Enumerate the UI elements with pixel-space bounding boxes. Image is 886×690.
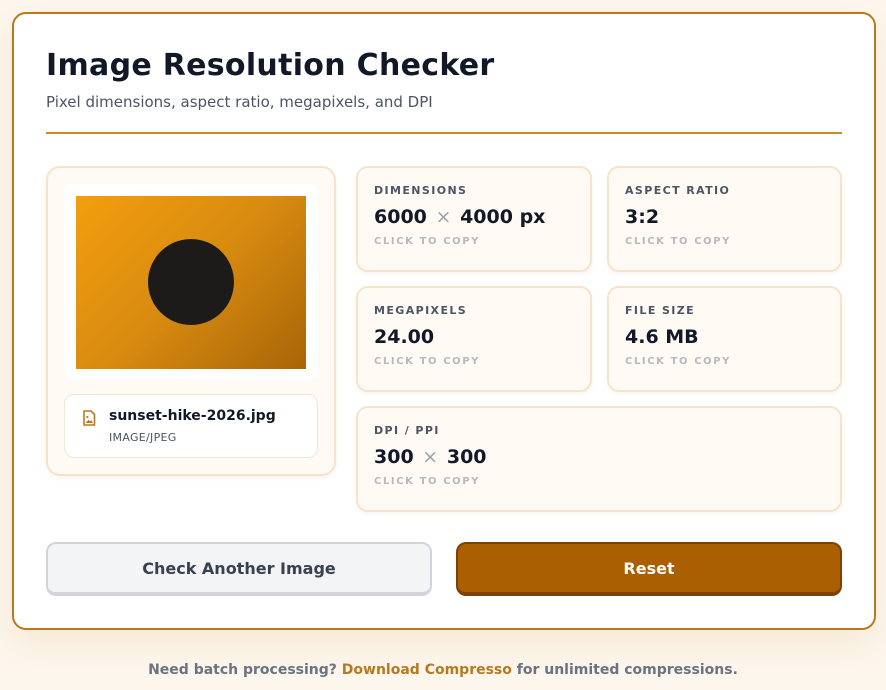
dpi-y: 300 bbox=[446, 446, 487, 468]
megapixels-label: MEGAPIXELS bbox=[374, 304, 468, 317]
dpi-label: DPI / PPI bbox=[374, 424, 440, 437]
copy-hint: CLICK TO COPY bbox=[374, 356, 481, 367]
file-info: sunset-hike-2026.jpg IMAGE/JPEG bbox=[64, 394, 318, 458]
page-subtitle: Pixel dimensions, aspect ratio, megapixe… bbox=[46, 93, 433, 111]
copy-hint: CLICK TO COPY bbox=[374, 236, 481, 247]
check-another-image-button[interactable]: Check Another Image bbox=[46, 542, 432, 596]
dimensions-width: 6000 bbox=[374, 206, 427, 228]
image-thumbnail bbox=[76, 196, 306, 369]
aspect-ratio-value: 3:2 bbox=[625, 206, 660, 228]
file-mime-type: IMAGE/JPEG bbox=[109, 431, 177, 444]
dpi-card[interactable]: DPI / PPI 300 × 300 CLICK TO COPY bbox=[356, 406, 842, 512]
download-compresso-link[interactable]: Download Compresso bbox=[342, 662, 512, 678]
megapixels-card[interactable]: MEGAPIXELS 24.00 CLICK TO COPY bbox=[356, 286, 592, 392]
dimensions-card[interactable]: DIMENSIONS 6000 × 4000 px CLICK TO COPY bbox=[356, 166, 592, 272]
footer-suffix: for unlimited compressions. bbox=[516, 662, 738, 678]
dimensions-label: DIMENSIONS bbox=[374, 184, 468, 197]
page-title: Image Resolution Checker bbox=[46, 48, 495, 83]
copy-hint: CLICK TO COPY bbox=[625, 356, 732, 367]
header-divider bbox=[46, 132, 842, 134]
times-separator: × bbox=[422, 446, 439, 468]
dimensions-value: 6000 × 4000 px bbox=[374, 206, 545, 228]
aspect-ratio-label: ASPECT RATIO bbox=[625, 184, 731, 197]
footer-promo: Need batch processing? Download Compress… bbox=[0, 662, 886, 678]
file-size-card[interactable]: FILE SIZE 4.6 MB CLICK TO COPY bbox=[607, 286, 842, 392]
aspect-ratio-card[interactable]: ASPECT RATIO 3:2 CLICK TO COPY bbox=[607, 166, 842, 272]
copy-hint: CLICK TO COPY bbox=[374, 476, 481, 487]
footer-prefix: Need batch processing? bbox=[148, 662, 337, 678]
dpi-x: 300 bbox=[374, 446, 414, 468]
dimensions-height: 4000 bbox=[460, 206, 513, 228]
megapixels-value: 24.00 bbox=[374, 326, 435, 348]
checker-card: Image Resolution Checker Pixel dimension… bbox=[12, 12, 876, 630]
thumbnail-sun-shape bbox=[148, 239, 234, 325]
image-preview-panel: sunset-hike-2026.jpg IMAGE/JPEG bbox=[46, 166, 336, 476]
copy-hint: CLICK TO COPY bbox=[625, 236, 732, 247]
dimensions-unit: px bbox=[519, 206, 546, 228]
file-name: sunset-hike-2026.jpg bbox=[109, 408, 276, 424]
image-file-icon bbox=[82, 410, 96, 426]
dpi-value: 300 × 300 bbox=[374, 446, 487, 468]
times-separator: × bbox=[435, 206, 452, 228]
reset-button[interactable]: Reset bbox=[456, 542, 842, 596]
file-size-value: 4.6 MB bbox=[625, 326, 699, 348]
file-size-label: FILE SIZE bbox=[625, 304, 696, 317]
